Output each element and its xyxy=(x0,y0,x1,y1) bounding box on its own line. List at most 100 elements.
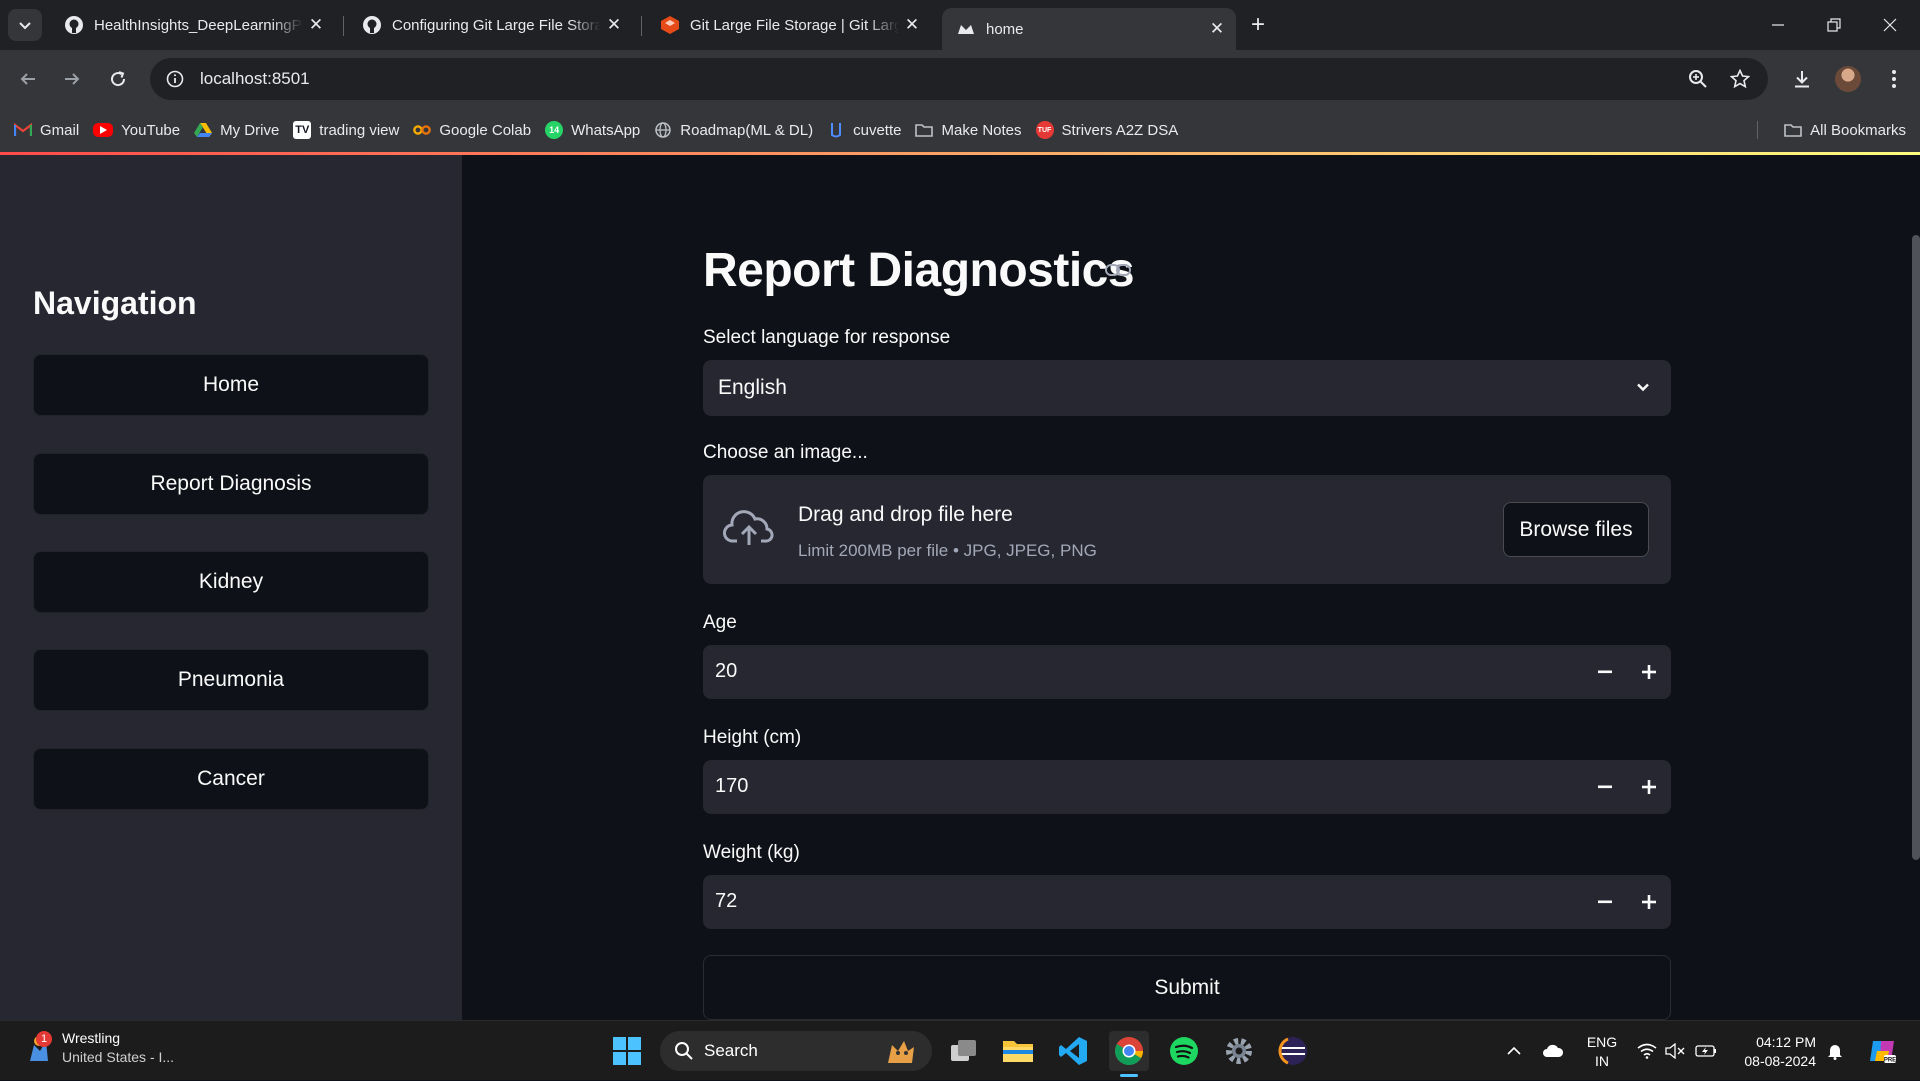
bookmark-star-button[interactable] xyxy=(1722,58,1758,100)
bookmark-label: My Drive xyxy=(220,121,280,139)
height-value[interactable]: 170 xyxy=(715,775,748,798)
bookmark-cuvette[interactable]: cuvette xyxy=(827,115,901,145)
height-decrement-button[interactable] xyxy=(1583,760,1627,814)
chevron-up-icon xyxy=(1507,1046,1521,1055)
zoom-button[interactable] xyxy=(1680,58,1716,100)
age-input[interactable]: 20 xyxy=(703,645,1671,699)
folder-icon xyxy=(1003,1041,1033,1062)
minus-icon xyxy=(1598,900,1612,904)
bookmark-trading-view[interactable]: TV trading view xyxy=(293,115,399,145)
close-icon[interactable]: ✕ xyxy=(899,12,925,38)
tab-divider xyxy=(641,16,642,36)
start-button[interactable] xyxy=(607,1031,647,1071)
browser-tab-3[interactable]: Git Large File Storage | Git Larg ✕ xyxy=(646,8,931,42)
file-uploader-dropzone[interactable]: Drag and drop file here Limit 200MB per … xyxy=(703,475,1671,584)
sidebar-item-report-diagnosis[interactable]: Report Diagnosis xyxy=(33,453,429,515)
age-increment-button[interactable] xyxy=(1627,645,1671,699)
close-icon[interactable]: ✕ xyxy=(601,12,627,38)
bookmark-strivers[interactable]: TUF Strivers A2Z DSA xyxy=(1035,115,1178,145)
wifi-status[interactable] xyxy=(1634,1021,1660,1081)
scrollbar[interactable] xyxy=(1912,235,1920,860)
age-value[interactable]: 20 xyxy=(715,660,737,683)
show-hidden-icons-button[interactable] xyxy=(1500,1021,1528,1081)
bookmark-roadmap[interactable]: Roadmap(ML & DL) xyxy=(654,115,813,145)
close-window-button[interactable] xyxy=(1862,0,1918,50)
volume-muted-icon xyxy=(1665,1043,1685,1059)
language-select[interactable]: English xyxy=(703,360,1671,416)
close-icon[interactable]: ✕ xyxy=(303,12,329,38)
eclipse-button[interactable] xyxy=(1273,1031,1313,1071)
restore-button[interactable] xyxy=(1806,0,1862,50)
bookmark-make-notes[interactable]: Make Notes xyxy=(915,115,1022,145)
sidebar-item-kidney[interactable]: Kidney xyxy=(33,551,429,613)
drive-icon xyxy=(194,121,213,139)
news-widget[interactable]: 1 Wrestling United States - I... xyxy=(26,1029,174,1067)
submit-button[interactable]: Submit xyxy=(703,955,1671,1020)
file-explorer-button[interactable] xyxy=(998,1031,1038,1071)
bookmark-label: Make Notes xyxy=(941,121,1022,139)
tab-title: HealthInsights_DeepLearningPr xyxy=(94,16,303,34)
site-info-icon[interactable] xyxy=(154,58,196,100)
onedrive-button[interactable] xyxy=(1538,1021,1568,1081)
address-bar[interactable]: localhost:8501 xyxy=(150,58,1768,100)
bookmark-gmail[interactable]: Gmail xyxy=(14,115,79,145)
bookmark-my-drive[interactable]: My Drive xyxy=(194,115,279,145)
close-icon[interactable]: ✕ xyxy=(1204,16,1230,42)
input-language-indicator[interactable]: ENG IN xyxy=(1580,1033,1624,1071)
clock-date: 08-08-2024 xyxy=(1744,1053,1816,1069)
sidebar-item-home[interactable]: Home xyxy=(33,354,429,416)
new-tab-button[interactable]: + xyxy=(1243,10,1273,40)
profile-button[interactable] xyxy=(1830,58,1866,100)
height-increment-button[interactable] xyxy=(1627,760,1671,814)
tab-divider xyxy=(343,16,344,36)
github-icon xyxy=(64,15,84,35)
browser-tab-2[interactable]: Configuring Git Large File Stora ✕ xyxy=(348,8,633,42)
close-icon xyxy=(1883,18,1897,32)
bookmark-google-colab[interactable]: Google Colab xyxy=(413,115,531,145)
weight-value[interactable]: 72 xyxy=(715,890,737,913)
weight-decrement-button[interactable] xyxy=(1583,875,1627,929)
weight-increment-button[interactable] xyxy=(1627,875,1671,929)
taskbar-clock[interactable]: 04:12 PM 08-08-2024 xyxy=(1732,1033,1816,1071)
news-subtitle: United States - I... xyxy=(62,1049,175,1065)
streamlit-icon xyxy=(956,19,976,39)
back-button[interactable] xyxy=(12,63,44,95)
notifications-button[interactable] xyxy=(1822,1021,1848,1081)
volume-status[interactable] xyxy=(1662,1021,1688,1081)
age-decrement-button[interactable] xyxy=(1583,645,1627,699)
vscode-button[interactable] xyxy=(1053,1031,1093,1071)
cloud-icon xyxy=(1543,1044,1564,1057)
anchor-link-icon[interactable] xyxy=(1105,263,1131,282)
browse-files-button[interactable]: Browse files xyxy=(1503,502,1649,557)
restore-icon xyxy=(1827,18,1841,32)
all-bookmarks-label: All Bookmarks xyxy=(1810,121,1906,139)
height-input[interactable]: 170 xyxy=(703,760,1671,814)
sidebar-item-pneumonia[interactable]: Pneumonia xyxy=(33,649,429,711)
bookmark-label: trading view xyxy=(319,121,400,139)
taskbar: 1 Wrestling United States - I... Search xyxy=(0,1020,1920,1080)
downloads-button[interactable] xyxy=(1784,58,1820,100)
arrow-right-icon xyxy=(65,73,80,85)
browser-tab-1[interactable]: HealthInsights_DeepLearningPr ✕ xyxy=(50,8,335,42)
forward-button[interactable] xyxy=(56,63,88,95)
all-bookmarks-button[interactable]: All Bookmarks xyxy=(1784,115,1906,145)
copilot-button[interactable]: PRE xyxy=(1864,1021,1900,1081)
task-view-button[interactable] xyxy=(944,1031,984,1071)
bookmark-whatsapp[interactable]: 14 WhatsApp xyxy=(545,115,640,145)
sidebar-item-cancer[interactable]: Cancer xyxy=(33,748,429,810)
taskbar-search[interactable]: Search xyxy=(660,1031,932,1071)
spotify-button[interactable] xyxy=(1164,1031,1204,1071)
tab-search-button[interactable] xyxy=(8,9,42,41)
settings-button[interactable] xyxy=(1219,1031,1259,1071)
chrome-button[interactable] xyxy=(1109,1031,1149,1077)
reload-button[interactable] xyxy=(102,63,134,95)
battery-status[interactable] xyxy=(1692,1021,1720,1081)
minimize-button[interactable] xyxy=(1750,0,1806,50)
browser-menu-button[interactable] xyxy=(1876,58,1912,100)
windows-icon xyxy=(613,1037,641,1065)
bookmark-youtube[interactable]: YouTube xyxy=(93,115,180,145)
weight-input[interactable]: 72 xyxy=(703,875,1671,929)
browser-tab-active[interactable]: home ✕ xyxy=(942,8,1236,50)
page-title: Report Diagnostics xyxy=(703,244,1135,297)
chevron-down-icon xyxy=(19,22,31,30)
